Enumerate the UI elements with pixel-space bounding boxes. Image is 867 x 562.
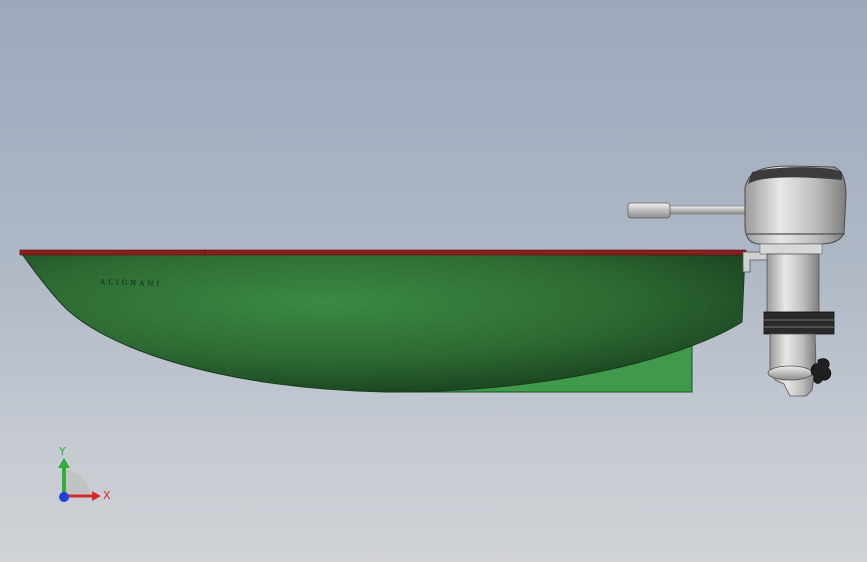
gunwale-rail (19, 249, 747, 256)
graphics-viewport[interactable]: ALIGNANI Y X (0, 0, 867, 562)
outboard-lower-unit (769, 333, 817, 397)
engine-mount-band (763, 311, 835, 335)
tiller-arm (664, 205, 748, 215)
tiller-grip (627, 202, 671, 219)
propeller-hub (767, 365, 813, 381)
outboard-midsection (766, 253, 820, 315)
model-view[interactable]: ALIGNANI (0, 0, 867, 562)
